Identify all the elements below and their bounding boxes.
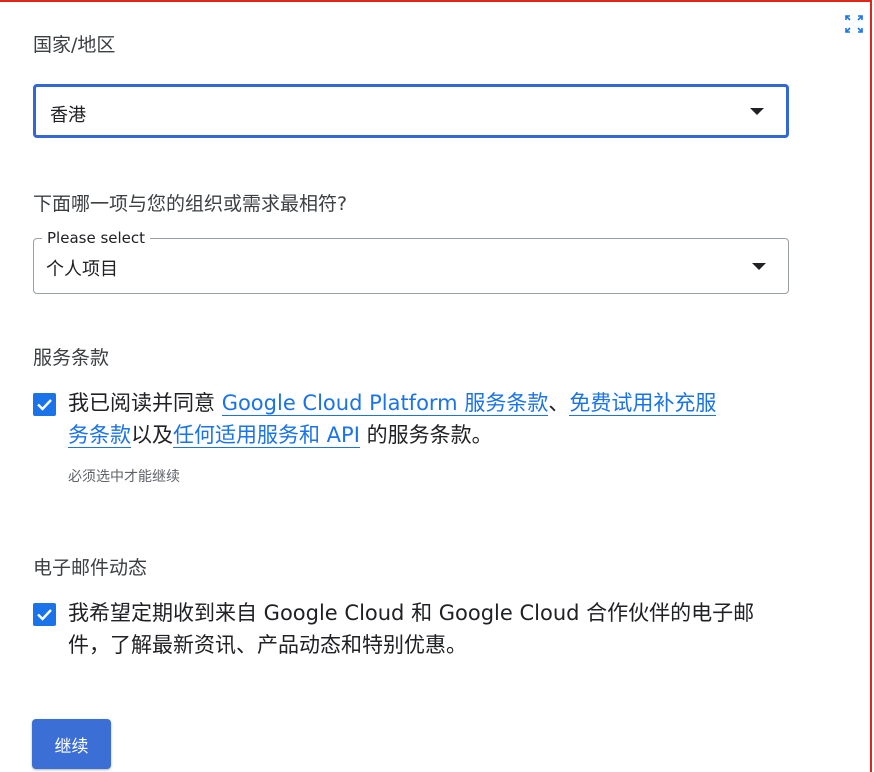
terms-agreement-text: 我已阅读并同意 Google Cloud Platform 服务条款、免费试用补…	[68, 387, 788, 451]
email-heading: 电子邮件动态	[33, 557, 148, 579]
organization-float-label: Please select	[42, 229, 151, 247]
trial-terms-link-cont[interactable]: 务条款	[68, 423, 131, 448]
terms-text-part: 我已阅读并同意	[68, 391, 222, 415]
country-select[interactable]: 香港	[33, 84, 789, 138]
terms-checkbox[interactable]	[33, 393, 56, 416]
organization-selected-value: 个人项目	[46, 259, 118, 280]
email-checkbox[interactable]	[33, 603, 56, 626]
continue-button[interactable]: 继续	[32, 719, 111, 769]
terms-text-part: 以及	[131, 423, 173, 447]
terms-required-note: 必须选中才能继续	[68, 469, 180, 485]
country-label: 国家/地区	[33, 34, 116, 56]
check-icon	[37, 399, 52, 411]
terms-heading: 服务条款	[33, 347, 110, 369]
organization-question: 下面哪一项与您的组织或需求最相符?	[33, 193, 348, 215]
organization-select[interactable]: Please select 个人项目	[33, 229, 789, 294]
gcp-terms-link[interactable]: Google Cloud Platform 服务条款	[221, 391, 549, 416]
trial-terms-link[interactable]: 免费试用补充服	[569, 391, 717, 416]
dropdown-arrow-icon	[752, 263, 766, 270]
terms-text-part: 、	[548, 391, 570, 415]
services-terms-link[interactable]: 任何适用服务和 API	[173, 423, 360, 448]
terms-text-part: 的服务条款。	[359, 423, 493, 447]
email-consent-text: 我希望定期收到来自 Google Cloud 和 Google Cloud 合作…	[68, 601, 755, 657]
country-selected-value: 香港	[50, 105, 86, 126]
expand-icon[interactable]	[842, 12, 866, 36]
check-icon	[37, 609, 52, 621]
dropdown-arrow-icon	[750, 108, 764, 115]
